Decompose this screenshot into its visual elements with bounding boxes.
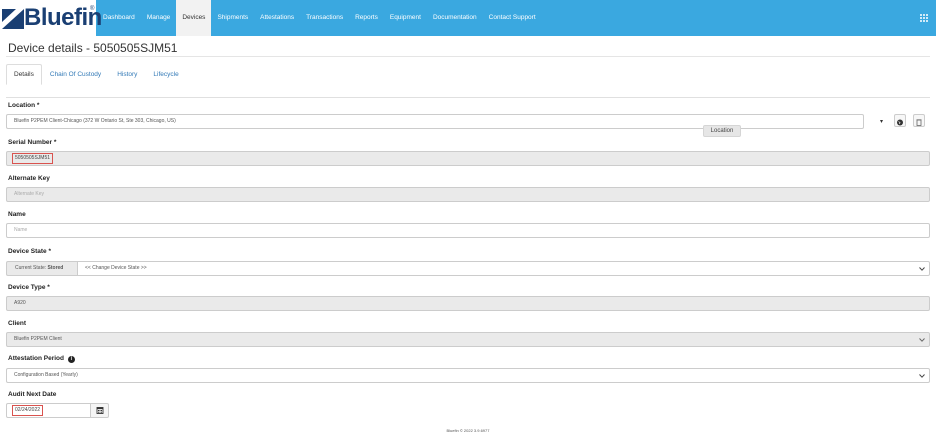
device-type-label: Device Type * [8,284,50,291]
chevron-down-icon [919,267,925,271]
tab-lifecycle[interactable]: Lifecycle [145,64,186,85]
serial-number-value: 5050505SJM51 [12,153,54,164]
globe-icon [897,119,903,126]
tab-chain-of-custody[interactable]: Chain Of Custody [42,64,109,85]
device-state-select[interactable]: << Change Device State >> [77,261,930,276]
nav-dashboard[interactable]: Dashboard [97,0,141,36]
tabs-divider [6,97,930,98]
detail-tabs: Details Chain Of Custody History Lifecyc… [6,64,187,85]
tab-history[interactable]: History [109,64,145,85]
device-state-current: Current State: Stored [6,261,77,276]
nav-equipment[interactable]: Equipment [384,0,427,36]
location-value: Bluefin P2PEM Client-Chicago (372 W Onta… [14,118,176,124]
title-divider [6,56,930,57]
location-label: Location * [8,102,40,109]
nav-documentation[interactable]: Documentation [427,0,483,36]
attestation-period-value: Configuration Based (Yearly) [14,372,78,378]
serial-number-field: 5050505SJM51 [6,151,930,166]
nav-manage[interactable]: Manage [141,0,177,36]
audit-next-date-value: 02/24/2022 [12,405,44,416]
info-icon[interactable]: i [67,356,75,363]
nav-reports[interactable]: Reports [349,0,384,36]
attestation-period-label-text: Attestation Period [8,355,64,362]
attestation-period-select[interactable]: Configuration Based (Yearly) [6,368,930,383]
bluefin-logo-mark-icon [2,9,24,29]
chevron-down-icon [919,374,925,378]
calendar-icon [96,407,104,414]
chevron-down-icon [919,338,925,342]
client-select: Bluefin P2PEM Client [6,332,930,347]
apps-grid-icon[interactable] [919,13,929,23]
location-tooltip: Location [703,125,741,137]
main-nav: Dashboard Manage Devices Shipments Attes… [97,0,542,36]
name-label: Name [8,211,26,218]
device-type-value: A920 [14,300,26,306]
device-state-label: Device State * [8,248,51,255]
client-value: Bluefin P2PEM Client [14,336,62,342]
attestation-period-label: Attestation Period i [8,355,75,363]
top-navbar: Bluefin ® Dashboard Manage Devices Shipm… [0,0,936,36]
serial-number-label: Serial Number * [8,139,57,146]
brand-registered-mark: ® [90,6,95,12]
alternate-key-placeholder: Alternate Key [14,191,45,197]
nav-devices[interactable]: Devices [176,0,212,36]
nav-transactions[interactable]: Transactions [300,0,349,36]
name-input[interactable]: Name [6,223,930,238]
location-globe-button[interactable] [894,114,906,127]
trash-icon [916,119,922,126]
location-delete-button[interactable] [913,114,925,127]
client-label: Client [8,320,27,327]
tab-details[interactable]: Details [6,64,42,85]
device-type-field: A920 [6,296,930,311]
nav-attestations[interactable]: Attestations [254,0,300,36]
nav-contact-support[interactable]: Contact Support [483,0,542,36]
location-caret-icon[interactable]: ▾ [880,118,883,125]
device-state-option: << Change Device State >> [85,265,147,271]
footer-copyright: Bluefin © 2022 3.9.6977 [446,428,490,433]
alternate-key-label: Alternate Key [8,175,50,182]
name-placeholder: Name [14,227,28,233]
device-state-current-value: Stored [47,265,64,271]
device-state-prefix: Current State: [15,265,47,271]
alternate-key-field: Alternate Key [6,187,930,202]
audit-next-date-input[interactable]: 02/24/2022 [6,403,91,418]
audit-next-date-label: Audit Next Date [8,391,57,398]
page-title: Device details - 5050505SJM51 [8,41,178,55]
nav-shipments[interactable]: Shipments [211,0,254,36]
calendar-button[interactable] [91,403,109,418]
brand-logo[interactable]: Bluefin ® [0,0,102,36]
